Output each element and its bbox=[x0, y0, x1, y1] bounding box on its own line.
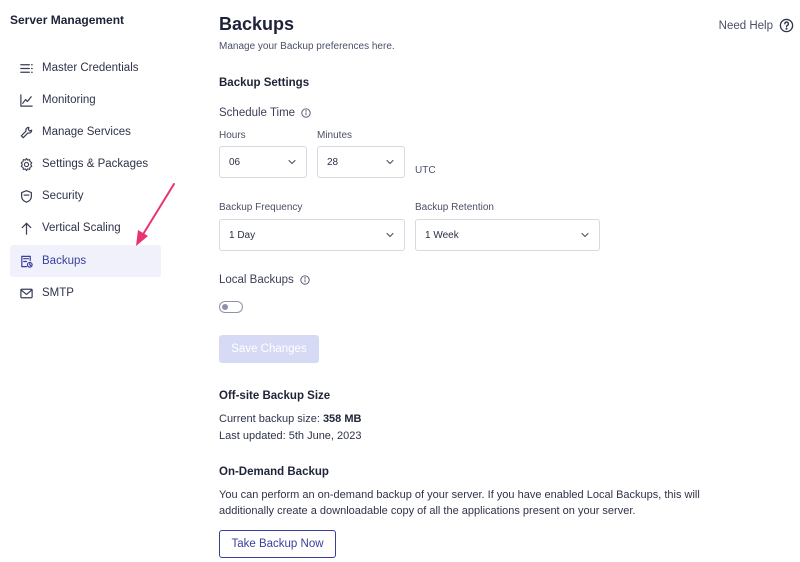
info-icon[interactable] bbox=[300, 275, 310, 285]
timezone-label: UTC bbox=[415, 165, 436, 176]
sidebar-item-smtp[interactable]: SMTP bbox=[10, 277, 161, 309]
help-circle-icon bbox=[779, 18, 794, 33]
chevron-down-icon bbox=[581, 232, 589, 238]
backup-size-prefix: Current backup size: bbox=[219, 413, 323, 425]
sidebar-title: Server Management bbox=[10, 13, 125, 27]
schedule-time-text: Schedule Time bbox=[219, 107, 296, 119]
sidebar-item-settings-packages[interactable]: Settings & Packages bbox=[10, 148, 161, 180]
chart-line-icon bbox=[18, 92, 34, 108]
minutes-select[interactable]: 28 bbox=[317, 146, 405, 178]
hours-value: 06 bbox=[229, 156, 241, 168]
sidebar: Server Management Master Credentials Mon… bbox=[0, 0, 175, 562]
sidebar-item-label: Monitoring bbox=[42, 94, 96, 106]
page-title: Backups bbox=[219, 14, 295, 34]
sidebar-item-label: SMTP bbox=[42, 287, 74, 299]
wrench-icon bbox=[18, 124, 34, 140]
take-backup-now-button[interactable]: Take Backup Now bbox=[219, 530, 336, 558]
last-updated-text: Last updated: 5th June, 2023 bbox=[219, 430, 362, 442]
on-demand-description-line2: additionally create a downloadable copy … bbox=[219, 505, 636, 517]
backup-icon bbox=[18, 253, 34, 269]
chevron-down-icon bbox=[288, 159, 296, 165]
on-demand-backup-heading: On-Demand Backup bbox=[219, 466, 329, 478]
backup-frequency-label: Backup Frequency bbox=[219, 202, 303, 213]
offsite-backup-heading: Off-site Backup Size bbox=[219, 390, 331, 402]
backup-size-value: 358 MB bbox=[322, 413, 362, 425]
info-icon[interactable] bbox=[301, 108, 311, 118]
shield-icon bbox=[18, 188, 34, 204]
backup-frequency-value: 1 Day bbox=[229, 229, 256, 241]
need-help-label: Need Help bbox=[718, 19, 773, 32]
sidebar-item-monitoring[interactable]: Monitoring bbox=[10, 84, 161, 116]
sidebar-item-label: Security bbox=[42, 190, 84, 202]
chevron-down-icon bbox=[386, 232, 394, 238]
current-backup-size: Current backup size: 358 MB bbox=[219, 413, 361, 425]
hours-select[interactable]: 06 bbox=[219, 146, 307, 178]
need-help-link[interactable]: Need Help bbox=[719, 18, 794, 33]
sidebar-item-label: Manage Services bbox=[42, 126, 131, 138]
backup-frequency-select[interactable]: 1 Day bbox=[219, 219, 405, 251]
sidebar-item-label: Backups bbox=[42, 255, 87, 267]
list-lines-icon bbox=[18, 60, 34, 76]
backup-retention-label: Backup Retention bbox=[415, 202, 494, 213]
arrow-up-icon bbox=[18, 220, 34, 236]
chevron-down-icon bbox=[386, 159, 394, 165]
mail-icon bbox=[18, 285, 34, 301]
page-subtitle: Manage your Backup preferences here. bbox=[219, 41, 395, 52]
minutes-value: 28 bbox=[327, 156, 339, 168]
backup-settings-heading: Backup Settings bbox=[219, 77, 310, 89]
main-content: Backups Manage your Backup preferences h… bbox=[219, 0, 800, 562]
local-backups-toggle[interactable] bbox=[219, 301, 243, 313]
hours-label: Hours bbox=[219, 130, 246, 141]
local-backups-text: Local Backups bbox=[219, 274, 294, 286]
gear-icon bbox=[18, 156, 34, 172]
sidebar-item-master-credentials[interactable]: Master Credentials bbox=[10, 52, 161, 84]
backup-retention-value: 1 Week bbox=[425, 229, 459, 241]
sidebar-item-manage-services[interactable]: Manage Services bbox=[10, 116, 161, 148]
schedule-time-label: Schedule Time bbox=[219, 107, 311, 119]
sidebar-item-label: Master Credentials bbox=[42, 62, 139, 74]
sidebar-item-label: Vertical Scaling bbox=[42, 222, 121, 234]
backup-retention-select[interactable]: 1 Week bbox=[415, 219, 600, 251]
local-backups-label: Local Backups bbox=[219, 274, 310, 286]
on-demand-description-line1: You can perform an on-demand backup of y… bbox=[219, 489, 700, 501]
minutes-label: Minutes bbox=[317, 130, 353, 141]
sidebar-item-label: Settings & Packages bbox=[42, 158, 149, 170]
save-changes-button[interactable]: Save Changes bbox=[219, 335, 319, 363]
annotation-arrow bbox=[136, 183, 175, 246]
toggle-knob bbox=[222, 304, 228, 310]
